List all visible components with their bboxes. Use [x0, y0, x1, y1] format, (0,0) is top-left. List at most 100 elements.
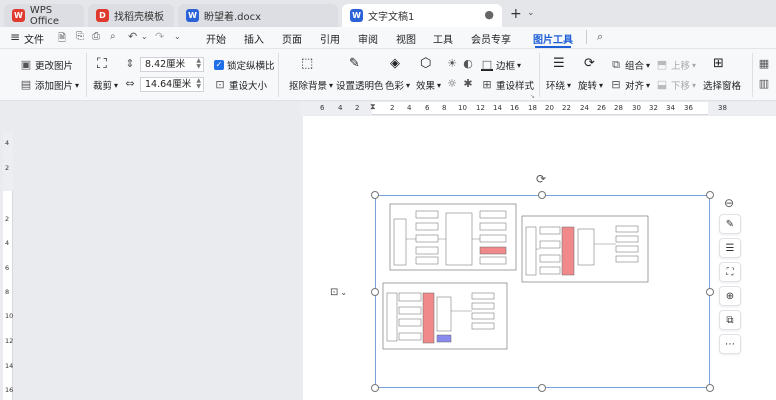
chevron-down-icon[interactable]: ⌄ — [527, 8, 535, 18]
group-button[interactable]: ⧉ 组合 ▾ — [610, 58, 650, 73]
crop-button[interactable]: 裁剪 ▾ — [93, 78, 118, 93]
tab-docer-templates[interactable]: D 找稻壳模板 — [88, 4, 174, 27]
resize-handle-top-left[interactable] — [371, 191, 379, 199]
layout-options-button[interactable]: ⊡ ⌄ — [330, 284, 354, 300]
selection-pane-button[interactable]: 选择窗格 — [703, 78, 741, 92]
rotate-handle-icon[interactable]: ⟳ — [536, 172, 546, 186]
resize-handle-top[interactable] — [538, 191, 546, 199]
wrap-button[interactable]: 环绕 ▾ — [546, 78, 571, 93]
change-picture-button[interactable]: ▣ 更改图片 — [20, 58, 73, 73]
add-picture-icon: ▤ — [20, 78, 32, 91]
undo-dropdown-icon[interactable]: ⌄ — [141, 32, 148, 41]
wrap-text-tool[interactable]: ☰ — [719, 238, 741, 258]
wrap-icon[interactable]: ☰ — [553, 56, 565, 71]
reset-style-button[interactable]: ⊞ 重设样式 — [481, 78, 534, 93]
crop-icon[interactable]: ⛶ — [97, 56, 107, 72]
remove-background-button[interactable]: 抠除背景 ▾ — [289, 78, 333, 93]
contrast-decrease-icon[interactable]: ✱ — [462, 78, 477, 90]
crop-tool[interactable]: ⛶ — [719, 262, 741, 282]
color-label: 色彩 — [385, 81, 405, 92]
collapse-toolbar-icon[interactable]: ⊖ — [724, 196, 734, 210]
set-transparent-icon[interactable]: ✎ — [349, 56, 360, 71]
more-tool-icon[interactable]: ▦ — [758, 58, 773, 70]
chevron-down-icon: ▾ — [692, 80, 697, 90]
set-transparent-button[interactable]: 设置透明色 — [336, 78, 384, 92]
menu-start[interactable]: 开始 — [206, 31, 226, 46]
effects-label: 效果 — [416, 81, 436, 92]
more-tool-icon-2[interactable]: ▥ — [758, 78, 773, 90]
rotate-icon[interactable]: ⟳ — [584, 56, 595, 71]
indent-marker-icon[interactable]: ⧗ — [370, 102, 376, 112]
horizontal-ruler[interactable]: ⧗ 6 4 2 2 4 6 8 10 12 14 16 18 20 22 24 … — [300, 102, 776, 115]
ruler-number: 6 — [425, 104, 430, 112]
export-icon[interactable]: ⎘ — [76, 31, 84, 42]
more-chevron-icon[interactable]: ⌄ — [174, 32, 181, 41]
remove-background-icon[interactable]: ⬚ — [301, 56, 313, 71]
word-doc-icon: W — [186, 9, 199, 22]
contrast-icon[interactable]: ◐ — [462, 58, 477, 70]
resize-handle-top-right[interactable] — [706, 191, 714, 199]
align-button[interactable]: ⊟ 对齐 ▾ — [610, 78, 650, 93]
height-spinner-icon[interactable]: ▲ ▼ — [196, 58, 201, 70]
resize-handle-bottom[interactable] — [538, 384, 546, 392]
print-preview-icon[interactable]: ⌕ — [110, 31, 116, 42]
border-icon: □ — [481, 58, 493, 71]
menu-picture-tools[interactable]: 图片工具 — [533, 31, 573, 46]
vertical-ruler[interactable]: 4 2 2 4 6 8 10 12 14 16 — [3, 131, 13, 400]
menu-page[interactable]: 页面 — [282, 31, 302, 46]
menu-file[interactable]: 文件 — [24, 31, 44, 46]
effects-icon[interactable]: ⬡ — [420, 56, 431, 71]
resize-handle-bottom-left[interactable] — [371, 384, 379, 392]
color-icon[interactable]: ◈ — [390, 56, 400, 71]
tab-document-wenzi[interactable]: W 文字文稿1 ● — [342, 4, 502, 27]
close-tab-dot-icon[interactable]: ● — [484, 8, 494, 21]
width-spinner-icon[interactable]: ▲ ▼ — [196, 78, 201, 90]
checkbox-checked-icon: ✓ — [214, 60, 224, 70]
more-tool[interactable]: ⋯ — [719, 334, 741, 354]
menu-member[interactable]: 会员专享 — [471, 31, 511, 46]
chevron-down-icon: ▾ — [406, 80, 411, 90]
border-button[interactable]: □ 边框 ▾ — [481, 58, 521, 72]
hamburger-menu-icon[interactable]: ≡ — [10, 30, 20, 44]
resize-handle-bottom-right[interactable] — [706, 384, 714, 392]
width-input[interactable]: 14.64厘米 ▲ ▼ — [140, 77, 204, 92]
menu-review[interactable]: 审阅 — [358, 31, 378, 46]
ruler-number: 24 — [580, 104, 589, 112]
zoom-tool[interactable]: ⊕ — [719, 286, 741, 306]
undo-icon[interactable]: ↶ — [128, 30, 137, 43]
selection-pane-icon[interactable]: ⊞ — [713, 56, 724, 71]
menu-references[interactable]: 引用 — [320, 31, 340, 46]
lock-ratio-checkbox[interactable]: ✓ 锁定纵横比 — [214, 58, 275, 72]
docer-icon: D — [96, 9, 109, 22]
ruler-number: 22 — [562, 104, 571, 112]
copy-tool[interactable]: ⧉ — [719, 310, 741, 330]
reset-size-button[interactable]: ⊡ 重设大小 — [214, 78, 267, 93]
tab-document-panwangzhe[interactable]: W 盼望着.docx — [178, 4, 338, 27]
tab-wps-office[interactable]: W WPS Office — [4, 4, 84, 27]
resize-handle-right[interactable] — [706, 288, 714, 296]
edit-picture-tool[interactable]: ✎ — [719, 214, 741, 234]
save-icon[interactable]: 🗎 — [58, 31, 66, 48]
menu-view[interactable]: 视图 — [396, 31, 416, 46]
tab-label: 找稻壳模板 — [114, 12, 164, 23]
color-button[interactable]: 色彩 ▾ — [385, 78, 411, 93]
brightness-decrease-icon[interactable]: ☼ — [446, 78, 461, 90]
ruler-number: 4 — [338, 104, 343, 112]
dialog-launcher-icon[interactable]: ↘ — [530, 93, 535, 100]
picture-tools-ribbon: ▣ 更改图片 ▤ 添加图片 ▾ ⛶ 裁剪 ▾ ⇕ 8.42厘米 ▲ ▼ ⇔ 14.… — [0, 49, 776, 101]
add-picture-button[interactable]: ▤ 添加图片 ▾ — [20, 78, 79, 93]
menu-insert[interactable]: 插入 — [244, 31, 264, 46]
move-down-button[interactable]: ⬓ 下移 ▾ — [656, 78, 697, 93]
effects-button[interactable]: 效果 ▾ — [416, 78, 441, 93]
redo-icon[interactable]: ↷ — [155, 30, 164, 43]
brightness-icon[interactable]: ☀ — [446, 58, 461, 70]
menu-tools[interactable]: 工具 — [433, 31, 453, 46]
resize-handle-left[interactable] — [371, 288, 379, 296]
height-input[interactable]: 8.42厘米 ▲ ▼ — [140, 57, 204, 72]
rotate-button[interactable]: 旋转 ▾ — [578, 78, 603, 93]
search-icon[interactable]: ⌕ — [597, 30, 603, 44]
new-tab-plus-icon[interactable]: + — [510, 6, 522, 22]
print-icon[interactable]: ⎙ — [92, 31, 100, 42]
ruler-number: 28 — [614, 104, 623, 112]
move-up-button[interactable]: ⬒ 上移 ▾ — [656, 58, 696, 73]
